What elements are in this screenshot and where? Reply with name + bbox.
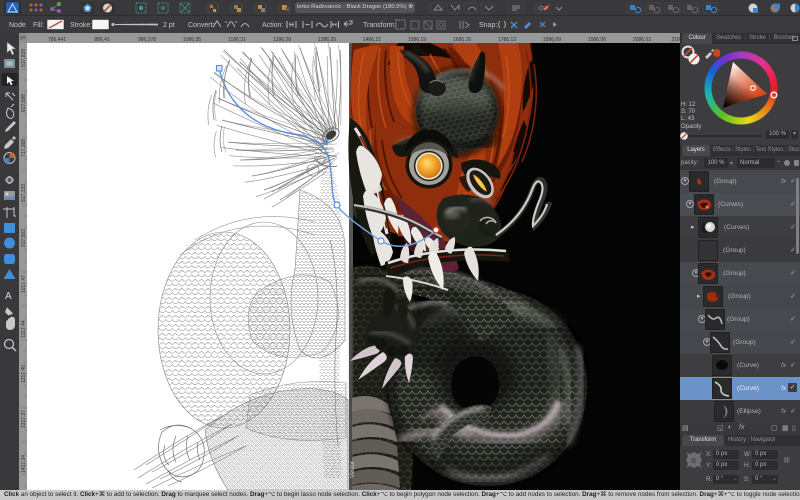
svg-text:Vector: Vector	[350, 461, 356, 478]
svg-text:A: A	[5, 291, 12, 302]
svg-text:Transform:: Transform:	[363, 22, 397, 29]
svg-text:2 pt: 2 pt	[163, 22, 175, 29]
svg-text:Node: Node	[9, 22, 26, 29]
svg-text:Action:: Action:	[262, 22, 283, 29]
svg-text:Snap:: Snap:	[479, 22, 497, 29]
svg-text:Stroke:: Stroke:	[70, 22, 92, 29]
svg-text:Convert:: Convert:	[188, 22, 215, 29]
svg-text:Fill:: Fill:	[33, 22, 44, 29]
